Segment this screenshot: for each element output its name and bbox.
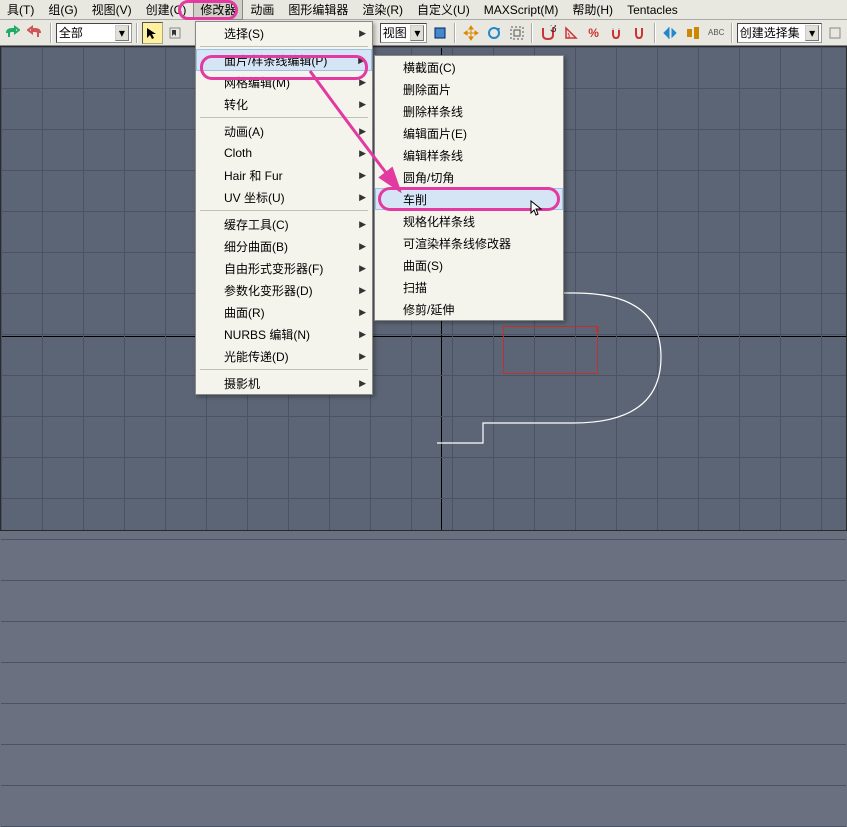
undo-icon[interactable] [2, 22, 23, 44]
submenu-item-sweep[interactable]: 扫描 [375, 276, 563, 298]
submenu-item-renderable-spline[interactable]: 可渲染样条线修改器 [375, 232, 563, 254]
dropdown-arrow-icon: ▾ [805, 25, 819, 41]
text-abc-icon[interactable]: ABC [706, 22, 727, 44]
axis-x [1, 336, 846, 337]
rotate-icon[interactable] [483, 22, 504, 44]
menu-group[interactable]: 组(G) [41, 0, 84, 20]
extra-icon[interactable] [824, 22, 845, 44]
select-arrow-icon[interactable] [142, 22, 163, 44]
submenu-item-delete-spline[interactable]: 删除样条线 [375, 100, 563, 122]
menu-tentacles[interactable]: Tentacles [620, 1, 685, 19]
select-box-icon[interactable] [429, 22, 450, 44]
submenu-item-edit-spline[interactable]: 编辑样条线 [375, 144, 563, 166]
svg-text:3: 3 [550, 25, 556, 35]
submenu-arrow-icon: ▶ [359, 28, 366, 39]
angle-snap-icon[interactable] [560, 22, 581, 44]
submenu-arrow-icon: ▶ [359, 378, 366, 389]
submenu-arrow-icon: ▶ [359, 99, 366, 110]
create-set-label: 创建选择集 [740, 24, 800, 41]
menu-maxscript[interactable]: MAXScript(M) [477, 1, 566, 19]
menu-item-mesh-edit[interactable]: 网格编辑(M)▶ [196, 71, 372, 93]
menu-modifiers[interactable]: 修改器 [193, 0, 243, 20]
submenu-arrow-icon: ▶ [359, 307, 366, 318]
submenu-arrow-icon: ▶ [359, 351, 366, 362]
submenu-arrow-icon: ▶ [358, 55, 365, 66]
scope-dropdown[interactable]: 全部 ▾ [56, 23, 132, 43]
dropdown-arrow-icon: ▾ [115, 25, 129, 41]
submenu-arrow-icon: ▶ [359, 241, 366, 252]
scope-label: 全部 [59, 24, 83, 41]
modifiers-menu: 选择(S)▶ 面片/样条线编辑(P)▶ 网格编辑(M)▶ 转化▶ 动画(A)▶ … [195, 21, 373, 395]
menu-create[interactable]: 创建(C) [139, 0, 194, 20]
submenu-item-surface[interactable]: 曲面(S) [375, 254, 563, 276]
menu-item-subdiv[interactable]: 细分曲面(B)▶ [196, 235, 372, 257]
menu-item-cache[interactable]: 缓存工具(C)▶ [196, 213, 372, 235]
menu-render[interactable]: 渲染(R) [355, 0, 410, 20]
mouse-cursor-icon [530, 200, 546, 216]
submenu-item-trim-extend[interactable]: 修剪/延伸 [375, 298, 563, 320]
submenu-item-cross-section[interactable]: 横截面(C) [375, 56, 563, 78]
menu-item-patch-spline-edit[interactable]: 面片/样条线编辑(P)▶ [196, 49, 372, 71]
submenu-arrow-icon: ▶ [359, 285, 366, 296]
menu-item-radiosity[interactable]: 光能传递(D)▶ [196, 345, 372, 367]
align-icon[interactable] [683, 22, 704, 44]
menu-animation[interactable]: 动画 [243, 0, 281, 20]
submenu-arrow-icon: ▶ [359, 219, 366, 230]
submenu-arrow-icon: ▶ [359, 77, 366, 88]
gizmo-x-label: x [595, 324, 600, 335]
menu-item-convert[interactable]: 转化▶ [196, 93, 372, 115]
submenu-item-delete-patch[interactable]: 删除面片 [375, 78, 563, 100]
menubar: 具(T) 组(G) 视图(V) 创建(C) 修改器 动画 图形编辑器 渲染(R)… [0, 0, 847, 20]
patch-spline-submenu: 横截面(C) 删除面片 删除样条线 编辑面片(E) 编辑样条线 圆角/切角 车削… [374, 55, 564, 321]
menu-tools[interactable]: 具(T) [0, 0, 41, 20]
menu-help[interactable]: 帮助(H) [565, 0, 620, 20]
redo-icon[interactable] [25, 22, 46, 44]
submenu-item-fillet-chamfer[interactable]: 圆角/切角 [375, 166, 563, 188]
menu-grapheditor[interactable]: 图形编辑器 [281, 0, 355, 20]
menu-view[interactable]: 视图(V) [85, 0, 139, 20]
submenu-arrow-icon: ▶ [359, 126, 366, 137]
menu-item-hairfur[interactable]: Hair 和 Fur▶ [196, 164, 372, 186]
menu-item-selection[interactable]: 选择(S)▶ [196, 22, 372, 44]
view-dropdown[interactable]: 视图 ▾ [380, 23, 428, 43]
main-toolbar: 全部 ▾ 视图 ▾ 3 % ABC 创建选择集 ▾ [0, 20, 847, 46]
menu-item-nurbs[interactable]: NURBS 编辑(N)▶ [196, 323, 372, 345]
scale-icon[interactable] [506, 22, 527, 44]
snap-3-icon[interactable]: 3 [537, 22, 558, 44]
dropdown-arrow-icon: ▾ [410, 25, 424, 41]
select-name-icon[interactable] [165, 22, 186, 44]
menu-item-animation[interactable]: 动画(A)▶ [196, 120, 372, 142]
selection-set-dropdown[interactable]: 创建选择集 ▾ [737, 23, 823, 43]
menu-customize[interactable]: 自定义(U) [410, 0, 477, 20]
submenu-arrow-icon: ▶ [359, 329, 366, 340]
percent-snap-icon[interactable]: % [583, 22, 604, 44]
magnet-2-icon[interactable] [629, 22, 650, 44]
view-label: 视图 [383, 24, 407, 41]
menu-item-surface[interactable]: 曲面(R)▶ [196, 301, 372, 323]
submenu-item-edit-patch[interactable]: 编辑面片(E) [375, 122, 563, 144]
submenu-arrow-icon: ▶ [359, 148, 366, 159]
mirror-icon[interactable] [660, 22, 681, 44]
menu-item-ffd[interactable]: 自由形式变形器(F)▶ [196, 257, 372, 279]
submenu-arrow-icon: ▶ [359, 263, 366, 274]
menu-item-camera[interactable]: 摄影机▶ [196, 372, 372, 394]
menu-item-param-deform[interactable]: 参数化变形器(D)▶ [196, 279, 372, 301]
submenu-arrow-icon: ▶ [359, 192, 366, 203]
magnet-1-icon[interactable] [606, 22, 627, 44]
menu-item-cloth[interactable]: Cloth▶ [196, 142, 372, 164]
transform-gizmo: x [503, 326, 598, 374]
move-icon[interactable] [460, 22, 481, 44]
menu-item-uv[interactable]: UV 坐标(U)▶ [196, 186, 372, 208]
submenu-arrow-icon: ▶ [359, 170, 366, 181]
